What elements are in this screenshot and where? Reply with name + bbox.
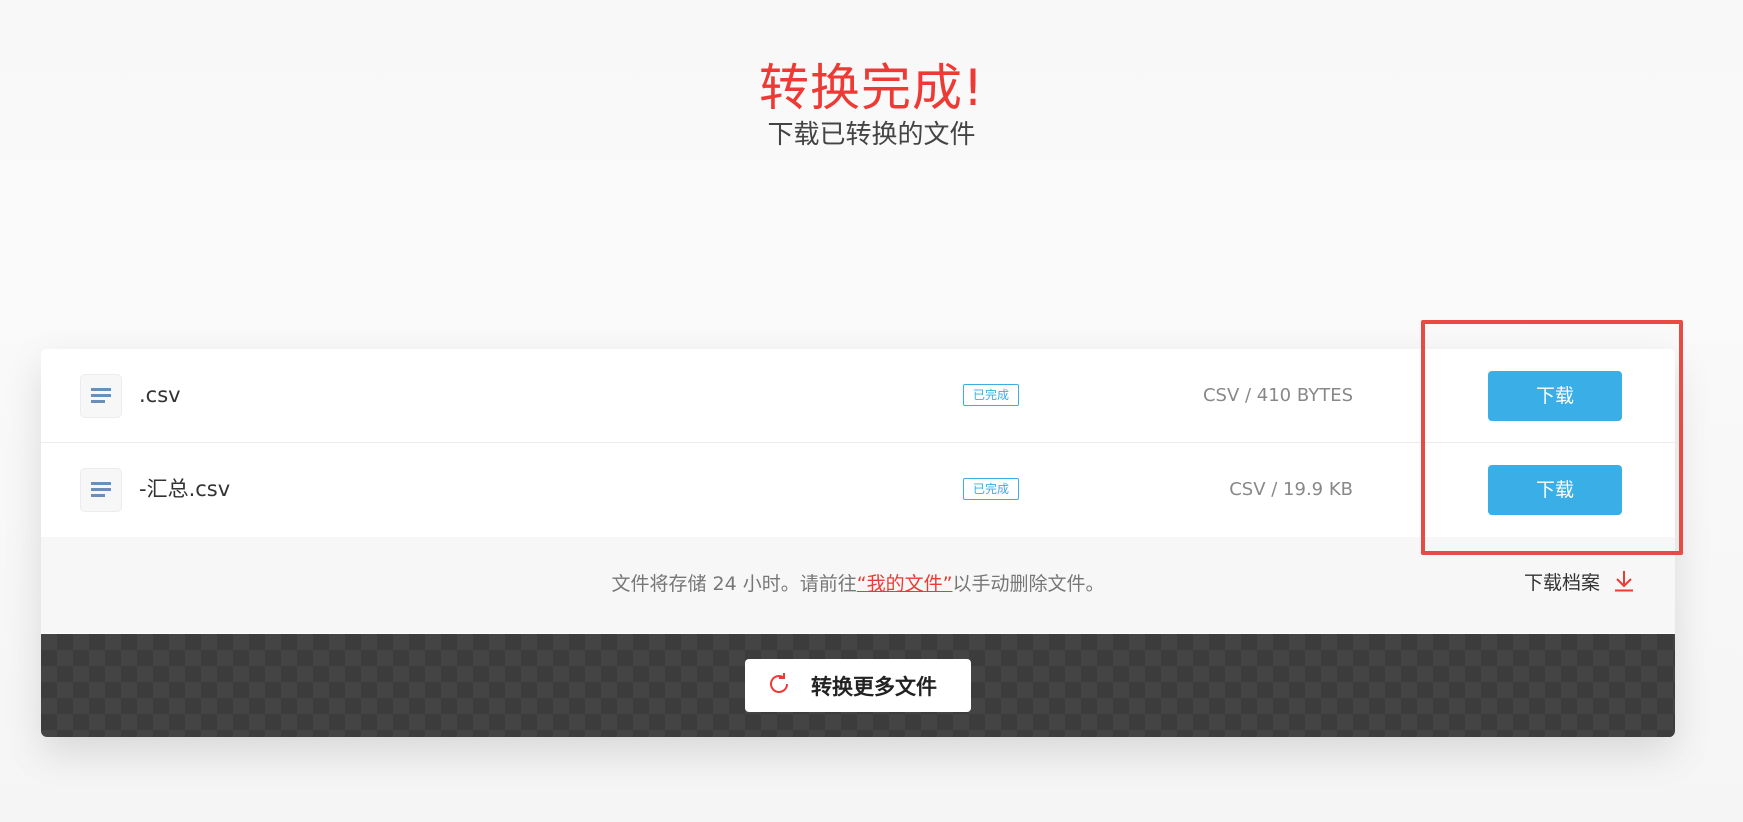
convert-more-files-button[interactable]: 转换更多文件 bbox=[745, 659, 971, 712]
storage-notice: 文件将存储 24 小时。请前往“我的文件”以手动删除文件。 bbox=[41, 571, 1675, 597]
download-button[interactable]: 下载 bbox=[1488, 371, 1622, 421]
results-card: .csv 已完成 CSV / 410 BYTES 下载 -汇总.csv 已完成 … bbox=[41, 349, 1675, 737]
file-text-icon bbox=[80, 468, 122, 512]
storage-notice-text-end: 以手动删除文件。 bbox=[952, 573, 1105, 595]
status-badge: 已完成 bbox=[963, 478, 1019, 500]
download-archive-label: 下载档案 bbox=[1524, 572, 1601, 594]
page-title: 转换完成! bbox=[758, 59, 985, 117]
download-arrow-icon bbox=[1614, 570, 1634, 596]
file-text-icon bbox=[80, 374, 122, 418]
file-meta: CSV / 19.9 KB bbox=[1229, 479, 1353, 500]
footer-bar: 转换更多文件 bbox=[41, 634, 1675, 737]
file-row: .csv 已完成 CSV / 410 BYTES 下载 bbox=[41, 349, 1675, 443]
page-subtitle: 下载已转换的文件 bbox=[767, 120, 976, 150]
my-files-link[interactable]: “我的文件” bbox=[857, 573, 953, 595]
storage-notice-text: 文件将存储 24 小时。请前往 bbox=[611, 573, 857, 595]
file-name: .csv bbox=[139, 383, 181, 407]
file-row: -汇总.csv 已完成 CSV / 19.9 KB 下载 bbox=[41, 443, 1675, 536]
file-name: -汇总.csv bbox=[139, 477, 231, 501]
convert-more-label: 转换更多文件 bbox=[811, 674, 937, 699]
conversion-header: 转换完成! 下载已转换的文件 bbox=[0, 54, 1743, 152]
download-button[interactable]: 下载 bbox=[1488, 465, 1622, 515]
storage-info-bar: 文件将存储 24 小时。请前往“我的文件”以手动删除文件。 下载档案 bbox=[41, 537, 1675, 633]
file-meta: CSV / 410 BYTES bbox=[1202, 385, 1353, 406]
status-badge: 已完成 bbox=[963, 384, 1019, 406]
refresh-icon bbox=[767, 672, 791, 700]
download-archive-button[interactable]: 下载档案 bbox=[1524, 569, 1634, 597]
